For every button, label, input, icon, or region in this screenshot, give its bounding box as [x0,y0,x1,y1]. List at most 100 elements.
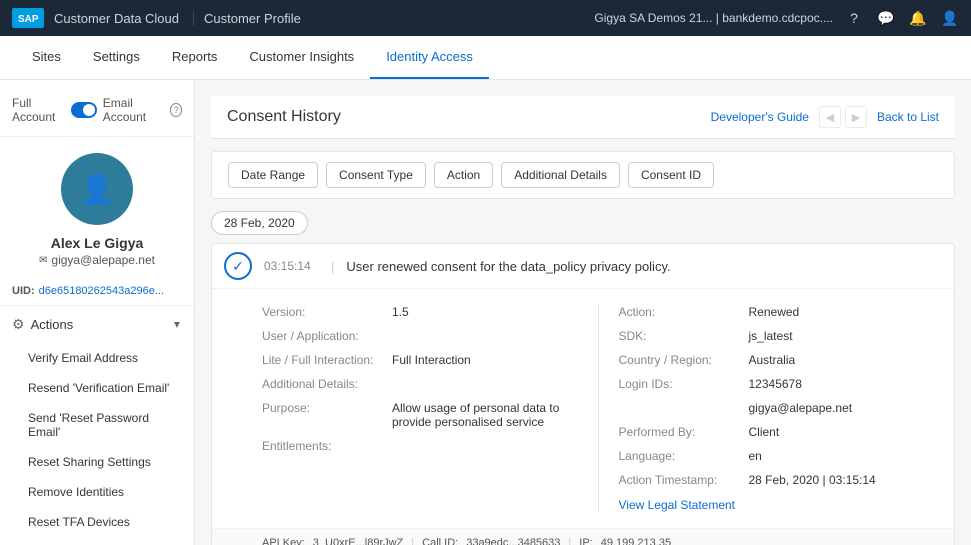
developer-guide-link[interactable]: Developer's Guide [711,110,809,124]
uid-row: UID: d6e65180262543a296e... [0,279,194,306]
sap-logo: SAP [12,8,44,28]
nav-item-identity-access[interactable]: Identity Access [370,36,489,79]
actions-header[interactable]: ⚙ Actions ▲ [0,306,194,343]
avatar: 👤 [61,153,133,225]
consent-header-right: Developer's Guide ◀ ▶ Back to List [711,106,939,128]
gear-icon: ⚙ [12,316,25,333]
action-reset-password[interactable]: Send 'Reset Password Email' [0,403,194,447]
detail-row-purpose: Purpose: Allow usage of personal data to… [262,401,578,429]
detail-row-language: Language: en [619,449,935,463]
detail-row-country: Country / Region: Australia [619,353,935,367]
label-login-ids: Login IDs: [619,377,749,391]
main-layout: Full Account Email Account ? 👤 Alex Le G… [0,80,971,545]
nav-item-customer-insights[interactable]: Customer Insights [233,36,370,79]
user-icon[interactable]: 👤 [941,9,959,27]
action-force-tfa[interactable]: Force TFA Expiration [0,537,194,545]
filter-date-range[interactable]: Date Range [228,162,318,188]
value-interaction: Full Interaction [392,353,578,367]
label-interaction: Lite / Full Interaction: [262,353,392,367]
detail-row-entitlements: Entitlements: [262,439,578,453]
nav-next-button[interactable]: ▶ [845,106,867,128]
customer-profile-label: Customer Profile [193,11,301,26]
full-account-label: Full Account [12,96,65,124]
action-list: Verify Email Address Resend 'Verificatio… [0,343,194,545]
question-icon[interactable]: ? [845,9,863,27]
nav-prev-button[interactable]: ◀ [819,106,841,128]
detail-divider [598,305,599,512]
uid-value[interactable]: d6e65180262543a296e... [39,285,164,297]
nav-item-settings[interactable]: Settings [77,36,156,79]
detail-row-action-timestamp: Action Timestamp: 28 Feb, 2020 | 03:15:1… [619,473,935,487]
ip-value: 49.199.213.35 [601,537,671,545]
back-to-list-link[interactable]: Back to List [877,110,939,124]
account-type-toggle[interactable] [71,102,97,118]
label-action: Action: [619,305,749,319]
value-language: en [749,449,935,463]
detail-col-left: Version: 1.5 User / Application: Lite / … [262,305,578,512]
call-id-label: Call ID: [422,537,458,545]
detail-row-additional: Additional Details: [262,377,578,391]
consent-header: Consent History Developer's Guide ◀ ▶ Ba… [211,96,955,139]
label-sdk: SDK: [619,329,749,343]
consent-title: Consent History [227,108,341,126]
help-icon[interactable]: ? [170,103,182,117]
top-bar-icons: ? 💬 🔔 👤 [845,9,959,27]
actions-text: Actions [31,317,74,332]
filter-consent-type[interactable]: Consent Type [326,162,426,188]
chat-icon[interactable]: 💬 [877,9,895,27]
consent-time-1: 03:15:14 [264,259,319,273]
footer-sep-1: | [411,537,414,545]
view-legal-link[interactable]: View Legal Statement [619,498,736,512]
action-reset-tfa[interactable]: Reset TFA Devices [0,507,194,537]
consent-item-1: ✓ 03:15:14 | User renewed consent for th… [211,243,955,545]
nav-item-reports[interactable]: Reports [156,36,234,79]
avatar-person-icon: 👤 [80,173,115,206]
detail-grid-1: Version: 1.5 User / Application: Lite / … [262,305,934,512]
actions-label-group: ⚙ Actions [12,316,73,333]
label-entitlements: Entitlements: [262,439,392,453]
nav-item-sites[interactable]: Sites [16,36,77,79]
detail-row-user-app: User / Application: [262,329,578,343]
consent-footer-1: API Key: 3_U0xrE...l89rJwZ | Call ID: 33… [212,528,954,545]
user-email-row: ✉ gigya@alepape.net [39,253,155,267]
detail-row-interaction: Lite / Full Interaction: Full Interactio… [262,353,578,367]
value-country: Australia [749,353,935,367]
label-action-timestamp: Action Timestamp: [619,473,749,487]
value-version: 1.5 [392,305,578,319]
user-email-value: gigya@alepape.net [51,253,155,267]
label-user-app: User / Application: [262,329,392,343]
filter-additional-details[interactable]: Additional Details [501,162,620,188]
avatar-section: 👤 Alex Le Gigya ✉ gigya@alepape.net [0,137,194,279]
consent-detail-1: Version: 1.5 User / Application: Lite / … [212,289,954,528]
detail-row-login-ids: Login IDs: 12345678 [619,377,935,391]
uid-label: UID: [12,285,35,297]
label-version: Version: [262,305,392,319]
action-reset-sharing[interactable]: Reset Sharing Settings [0,447,194,477]
consent-row-1[interactable]: ✓ 03:15:14 | User renewed consent for th… [212,244,954,289]
nav-arrows: ◀ ▶ [819,106,867,128]
filter-action[interactable]: Action [434,162,493,188]
api-key-label: API Key: [262,537,305,545]
filter-bar: Date Range Consent Type Action Additiona… [211,151,955,199]
detail-row-action: Action: Renewed [619,305,935,319]
top-bar: SAP Customer Data Cloud Customer Profile… [0,0,971,36]
action-resend-verification[interactable]: Resend 'Verification Email' [0,373,194,403]
date-group: 28 Feb, 2020 ✓ 03:15:14 | User renewed c… [211,211,955,545]
label-additional: Additional Details: [262,377,392,391]
action-verify-email[interactable]: Verify Email Address [0,343,194,373]
bell-icon[interactable]: 🔔 [909,9,927,27]
filter-consent-id[interactable]: Consent ID [628,162,714,188]
user-name: Alex Le Gigya [51,235,144,251]
value-login-email: gigya@alepape.net [749,401,935,415]
account-info: Gigya SA Demos 21... | bankdemo.cdcpoc..… [594,11,833,25]
ip-label: IP: [579,537,592,545]
call-id-value: 33a9edc...3485633 [466,537,560,545]
content-area: Consent History Developer's Guide ◀ ▶ Ba… [195,80,971,545]
value-performed-by: Client [749,425,935,439]
toggle-knob [83,104,95,116]
detail-row-version: Version: 1.5 [262,305,578,319]
separator-1: | [331,259,334,274]
action-remove-identities[interactable]: Remove Identities [0,477,194,507]
email-icon: ✉ [39,255,47,266]
account-toggle: Full Account Email Account ? [0,96,194,137]
